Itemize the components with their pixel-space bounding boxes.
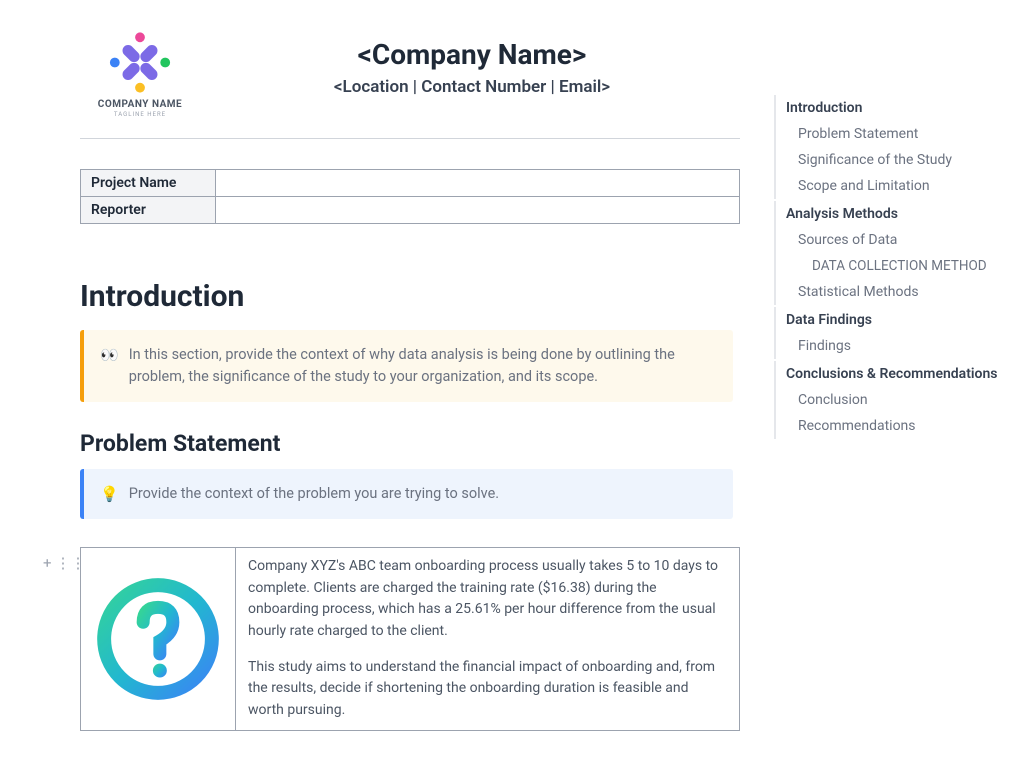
problem-callout: 💡 Provide the context of the problem you… (80, 469, 733, 520)
toc-data-collection[interactable]: DATA COLLECTION METHOD (776, 253, 1011, 279)
project-info-table: Project Name Reporter (80, 169, 740, 224)
table-row: Reporter (81, 197, 740, 224)
document-header: COMPANY NAME TAGLINE HERE <Company Name>… (80, 20, 774, 118)
toc-findings[interactable]: Findings (776, 333, 1011, 359)
toc-scope[interactable]: Scope and Limitation (776, 173, 1011, 199)
bulb-icon: 💡 (100, 483, 119, 506)
problem-callout-text: Provide the context of the problem you a… (129, 483, 499, 506)
table-of-contents: Introduction Problem Statement Significa… (774, 0, 1029, 770)
intro-callout-text: In this section, provide the context of … (129, 344, 717, 388)
toc-group-conclusions: Conclusions & Recommendations Conclusion… (774, 361, 1011, 439)
problem-statement-heading: Problem Statement (80, 430, 774, 457)
toc-problem-statement[interactable]: Problem Statement (776, 121, 1011, 147)
toc-statistical-methods[interactable]: Statistical Methods (776, 279, 1011, 305)
toc-conclusions[interactable]: Conclusions & Recommendations (776, 361, 1011, 387)
toc-significance[interactable]: Significance of the Study (776, 147, 1011, 173)
eyes-icon: 👀 (100, 344, 119, 388)
question-mark-icon (93, 574, 223, 704)
logo-name: COMPANY NAME (98, 99, 182, 110)
document-main: COMPANY NAME TAGLINE HERE <Company Name>… (0, 0, 774, 770)
toc-recommendations[interactable]: Recommendations (776, 413, 1011, 439)
toc-conclusion[interactable]: Conclusion (776, 387, 1011, 413)
company-title: <Company Name> (230, 38, 714, 71)
toc-group-findings: Data Findings Findings (774, 307, 1011, 359)
problem-para-2: This study aims to understand the financ… (248, 657, 727, 722)
project-name-value[interactable] (216, 170, 740, 197)
add-block-button[interactable]: + (43, 554, 52, 572)
logo-icon (105, 30, 175, 95)
question-mark-image (81, 548, 236, 730)
company-subtitle: <Location | Contact Number | Email> (230, 77, 714, 97)
drag-handle-icon[interactable]: ⋮⋮ (56, 554, 86, 572)
project-name-label: Project Name (81, 170, 216, 197)
header-divider (80, 138, 740, 139)
problem-content-block[interactable]: + ⋮⋮ Company XYZ's ABC team onboarding p… (80, 547, 740, 731)
intro-callout: 👀 In this section, provide the context o… (80, 330, 733, 402)
title-block: <Company Name> <Location | Contact Numbe… (230, 20, 774, 97)
toc-sources-data[interactable]: Sources of Data (776, 227, 1011, 253)
problem-text[interactable]: Company XYZ's ABC team onboarding proces… (236, 548, 739, 730)
toc-group-intro: Introduction Problem Statement Significa… (774, 95, 1011, 199)
block-controls: + ⋮⋮ (43, 554, 86, 572)
problem-para-1: Company XYZ's ABC team onboarding proces… (248, 556, 727, 643)
introduction-heading: Introduction (80, 279, 774, 314)
toc-data-findings[interactable]: Data Findings (776, 307, 1011, 333)
toc-introduction[interactable]: Introduction (776, 95, 1011, 121)
toc-group-analysis: Analysis Methods Sources of Data DATA CO… (774, 201, 1011, 305)
company-logo: COMPANY NAME TAGLINE HERE (80, 20, 200, 118)
reporter-value[interactable] (216, 197, 740, 224)
toc-analysis-methods[interactable]: Analysis Methods (776, 201, 1011, 227)
logo-tagline: TAGLINE HERE (114, 111, 166, 118)
table-row: Project Name (81, 170, 740, 197)
reporter-label: Reporter (81, 197, 216, 224)
